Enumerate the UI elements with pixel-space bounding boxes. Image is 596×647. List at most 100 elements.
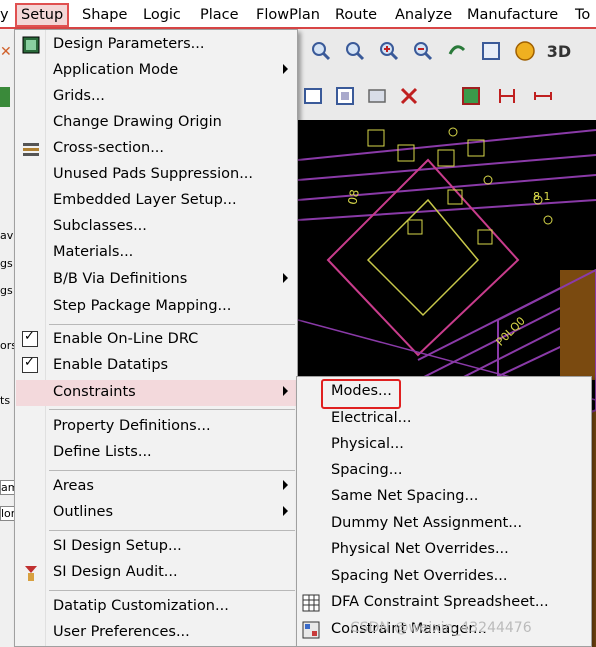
menu-item-label: Physical Net Overrides...: [331, 541, 509, 557]
menu-item-enable-datatips[interactable]: Enable Datatips: [16, 353, 296, 379]
menu-item-enable-online-drc[interactable]: Enable On-Line DRC: [16, 327, 296, 353]
menu-item-cross-section[interactable]: Cross-section...: [16, 136, 296, 162]
menu-item-label: Spacing Net Overrides...: [331, 568, 508, 584]
submenu-item-dummy-net-assignment[interactable]: Dummy Net Assignment...: [298, 511, 590, 537]
menu-item-label: Change Drawing Origin: [53, 114, 222, 130]
menu-place[interactable]: Place: [200, 5, 239, 25]
setup-dropdown-menu: Design Parameters... Application Mode Gr…: [14, 29, 298, 647]
menu-item-label: Property Definitions...: [53, 418, 211, 434]
measure-icon[interactable]: [530, 83, 556, 109]
pcb-text-label: 08: [345, 188, 362, 206]
menu-item-bb-via-definitions[interactable]: B/B Via Definitions: [16, 267, 296, 293]
menu-partial-right[interactable]: To: [575, 5, 590, 25]
submenu-item-electrical[interactable]: Electrical...: [298, 406, 590, 432]
submenu-arrow-icon: [283, 386, 288, 396]
menu-item-step-package-mapping[interactable]: Step Package Mapping...: [16, 294, 296, 320]
menu-separator: [49, 324, 295, 325]
menu-item-embedded-layer-setup[interactable]: Embedded Layer Setup...: [16, 188, 296, 214]
menu-route[interactable]: Route: [335, 5, 377, 25]
checkmark-icon: [22, 355, 38, 373]
watermark-text: CSDN @weixin_43244476: [350, 620, 532, 636]
menu-item-label: Embedded Layer Setup...: [53, 192, 237, 208]
menu-flowplan[interactable]: FlowPlan: [256, 5, 320, 25]
cross-section-icon: [22, 140, 40, 158]
menu-item-label: Datatip Customization...: [53, 598, 229, 614]
panel-label-fragment: gs: [0, 257, 13, 270]
menu-bar: y Setup Shape Logic Place FlowPlan Route…: [0, 0, 596, 29]
menu-item-label: Materials...: [53, 244, 134, 260]
zoom-in-area-icon[interactable]: [342, 38, 368, 64]
menu-item-design-parameters[interactable]: Design Parameters...: [16, 32, 296, 58]
zoom-previous-icon[interactable]: [444, 38, 470, 64]
menu-item-label: SI Design Audit...: [53, 564, 178, 580]
menu-item-label: Subclasses...: [53, 218, 147, 234]
submenu-item-dfa-constraint-spreadsheet[interactable]: DFA Constraint Spreadsheet...: [298, 590, 590, 616]
menu-item-label: Dummy Net Assignment...: [331, 515, 523, 531]
menu-separator: [49, 409, 295, 410]
menu-logic[interactable]: Logic: [143, 5, 181, 25]
menu-item-grids[interactable]: Grids...: [16, 84, 296, 110]
submenu-arrow-icon: [283, 506, 288, 516]
menu-item-user-preferences[interactable]: User Preferences...: [16, 620, 296, 646]
submenu-item-physical-net-overrides[interactable]: Physical Net Overrides...: [298, 537, 590, 563]
component-icon[interactable]: [458, 83, 484, 109]
menu-item-label: B/B Via Definitions: [53, 271, 188, 287]
menu-analyze[interactable]: Analyze: [395, 5, 452, 25]
si-audit-icon: [22, 564, 40, 582]
delete-shape-icon[interactable]: [396, 83, 422, 109]
panel-label-fragment: gs: [0, 284, 13, 297]
menu-item-label: Spacing...: [331, 462, 403, 478]
menu-separator: [49, 470, 295, 471]
menu-item-application-mode[interactable]: Application Mode: [16, 58, 296, 84]
submenu-item-physical[interactable]: Physical...: [298, 432, 590, 458]
menu-item-areas[interactable]: Areas: [16, 474, 296, 500]
menu-item-unused-pads-suppression[interactable]: Unused Pads Suppression...: [16, 162, 296, 188]
menu-partial-left[interactable]: y: [0, 5, 9, 25]
zoom-fit-icon[interactable]: [308, 38, 334, 64]
pcb-text-label: 8 1: [533, 190, 551, 203]
menu-item-label: Same Net Spacing...: [331, 488, 479, 504]
menu-item-constraints[interactable]: Constraints: [16, 380, 296, 406]
3d-view-icon[interactable]: 3D: [546, 38, 572, 64]
toolbar-shapes: [298, 73, 596, 120]
menu-item-materials[interactable]: Materials...: [16, 240, 296, 266]
menu-shape[interactable]: Shape: [82, 5, 127, 25]
menu-item-label: Modes...: [331, 383, 392, 399]
menu-item-label: Step Package Mapping...: [53, 298, 232, 314]
spreadsheet-icon: [302, 594, 320, 612]
menu-item-change-drawing-origin[interactable]: Change Drawing Origin: [16, 110, 296, 136]
submenu-arrow-icon: [283, 273, 288, 283]
zoom-out-icon[interactable]: [410, 38, 436, 64]
menu-item-label: Constraints: [53, 384, 136, 400]
rectangle-icon[interactable]: [300, 83, 326, 109]
menu-item-label: Design Parameters...: [53, 36, 205, 52]
menu-item-label: Outlines: [53, 504, 114, 520]
submenu-item-modes[interactable]: Modes...: [298, 379, 590, 409]
menu-item-si-design-setup[interactable]: SI Design Setup...: [16, 534, 296, 560]
menu-item-label: Physical...: [331, 436, 404, 452]
menu-item-si-design-audit[interactable]: SI Design Audit...: [16, 560, 296, 586]
menu-item-define-lists[interactable]: Define Lists...: [16, 440, 296, 466]
toolbar-fragment-green-icon: [0, 87, 10, 107]
submenu-item-spacing-net-overrides[interactable]: Spacing Net Overrides...: [298, 564, 590, 590]
menu-item-outlines[interactable]: Outlines: [16, 500, 296, 526]
shape-select-icon[interactable]: [364, 83, 390, 109]
zoom-world-icon[interactable]: [478, 38, 504, 64]
zoom-in-icon[interactable]: [376, 38, 402, 64]
redraw-icon[interactable]: [512, 38, 538, 64]
menu-item-datatip-customization[interactable]: Datatip Customization...: [16, 594, 296, 620]
submenu-item-same-net-spacing[interactable]: Same Net Spacing...: [298, 484, 590, 510]
menu-item-label: Define Lists...: [53, 444, 152, 460]
dimension-icon[interactable]: [494, 83, 520, 109]
toolbar-fragment-icon: ✕: [0, 44, 12, 60]
menu-manufacture[interactable]: Manufacture: [467, 5, 558, 25]
menu-item-label: Areas: [53, 478, 94, 494]
submenu-item-spacing[interactable]: Spacing...: [298, 458, 590, 484]
menu-item-subclasses[interactable]: Subclasses...: [16, 214, 296, 240]
menu-item-property-definitions[interactable]: Property Definitions...: [16, 414, 296, 440]
square-shape-icon[interactable]: [332, 83, 358, 109]
menu-item-label: SI Design Setup...: [53, 538, 182, 554]
menu-item-label: Application Mode: [53, 62, 179, 78]
checkmark-icon: [22, 329, 38, 347]
menu-setup[interactable]: Setup: [15, 3, 70, 27]
